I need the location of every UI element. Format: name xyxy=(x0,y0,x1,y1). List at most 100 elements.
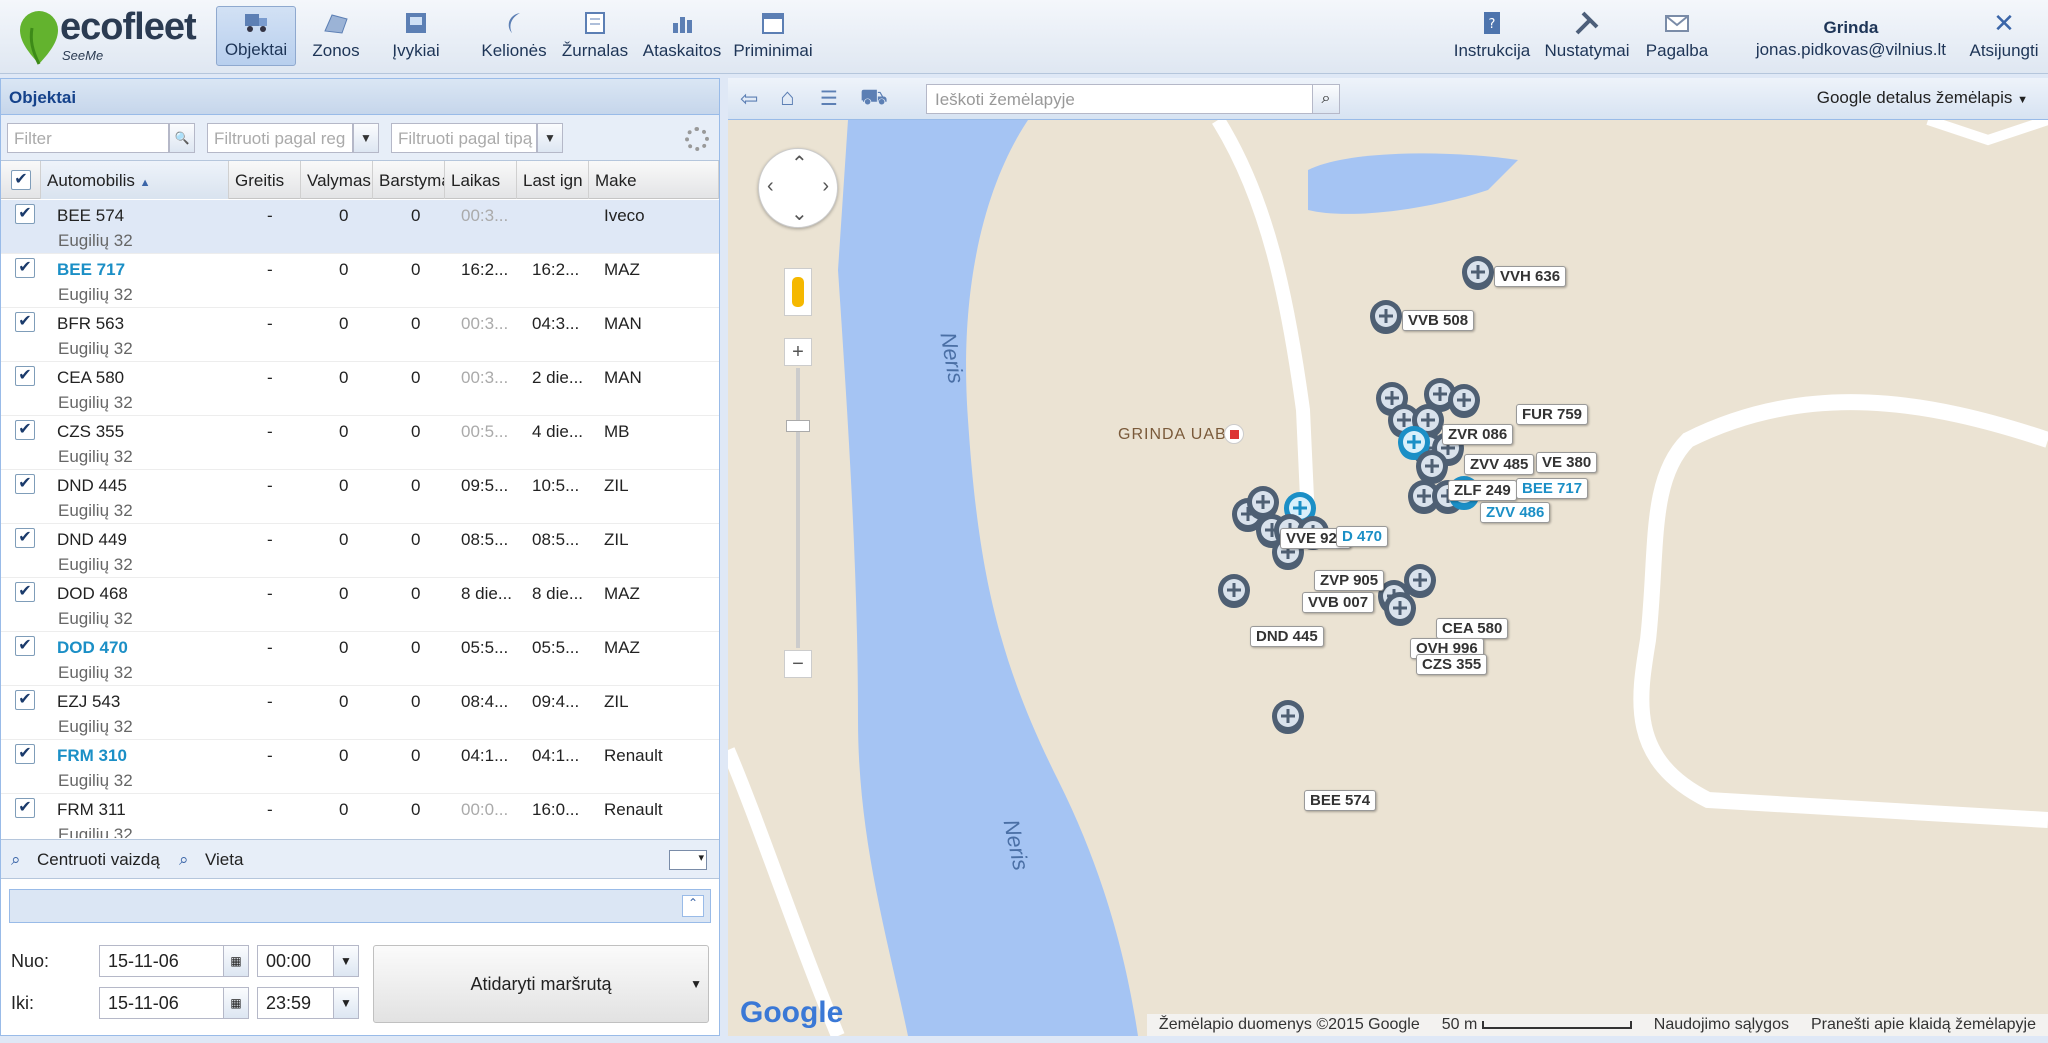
pan-up-icon[interactable]: ⌃ xyxy=(791,151,808,176)
toolbar-zurnalas[interactable]: Žurnalas xyxy=(558,6,632,66)
toolbar-pagalba[interactable]: Pagalba xyxy=(1640,6,1714,66)
map-marker-label[interactable]: ZVR 086 xyxy=(1442,424,1514,445)
table-row[interactable]: ✔ CEA 580 - 0 0 00:3... 2 die... MAN Eug… xyxy=(1,362,719,416)
tree-icon[interactable]: ☰ xyxy=(820,86,838,111)
table-row[interactable]: ✔ BEE 574 - 0 0 00:3... Iveco Eugilių 32 xyxy=(1,200,719,254)
column-header-greitis[interactable]: Greitis xyxy=(229,161,301,199)
map-type-select[interactable]: Google detalus žemėlapis ▼ xyxy=(1817,88,2028,108)
row-checkbox[interactable]: ✔ xyxy=(15,312,35,332)
column-menu-icon[interactable]: ▾ xyxy=(669,850,707,870)
home-icon[interactable]: ⌂ xyxy=(780,84,795,112)
map-marker-label[interactable]: ZVV 485 xyxy=(1464,454,1535,475)
terms-link[interactable]: Naudojimo sąlygos xyxy=(1654,1016,1789,1034)
map-search-input[interactable]: Ieškoti žemėlapyje xyxy=(926,84,1316,114)
row-checkbox[interactable]: ✔ xyxy=(15,366,35,386)
zoom-slider-handle[interactable] xyxy=(786,420,810,432)
toolbar-ivykiai[interactable]: Įvykiai xyxy=(382,6,450,66)
toolbar-keliones[interactable]: Kelionės xyxy=(478,6,550,66)
toolbar-priminimai[interactable]: Priminimai xyxy=(730,6,816,66)
filter-type-select[interactable]: Filtruoti pagal tipą xyxy=(391,123,537,153)
map-marker-label[interactable]: ZVV 486 xyxy=(1480,502,1551,523)
map-marker-label[interactable]: D 470 xyxy=(1336,526,1389,547)
pan-control[interactable]: ⌃ ‹ › ⌄ xyxy=(758,148,838,228)
column-header-make[interactable]: Make xyxy=(589,161,719,199)
place-button[interactable]: Vieta xyxy=(205,850,243,870)
expand-up-icon[interactable]: ⌃ xyxy=(682,895,704,917)
filter-region-select[interactable]: Filtruoti pagal reg xyxy=(207,123,353,153)
open-route-button[interactable]: Atidaryti maršrutą ▼ xyxy=(373,945,709,1023)
center-view-button[interactable]: Centruoti vaizdą xyxy=(37,850,160,870)
map-marker-label[interactable]: VVB 508 xyxy=(1402,310,1475,331)
table-row[interactable]: ✔ FRM 311 - 0 0 00:0... 16:0... Renault … xyxy=(1,794,719,838)
column-header-laikas[interactable]: Laikas xyxy=(445,161,517,199)
map-marker-label[interactable]: CZS 355 xyxy=(1416,654,1488,675)
filter-input[interactable]: Filter xyxy=(7,123,169,153)
map-canvas[interactable]: Neris Neris GRINDA UAB ⌃ ‹ › ⌄ + − VVH 6… xyxy=(728,120,2048,1036)
toolbar-zonos[interactable]: Zonos xyxy=(306,6,366,66)
map-marker-label[interactable]: BEE 574 xyxy=(1304,790,1377,811)
user-info[interactable]: Grinda jonas.pidkovas@vilnius.lt xyxy=(1756,18,1946,60)
table-row[interactable]: ✔ BEE 717 - 0 0 16:2... 16:2... MAZ Eugi… xyxy=(1,254,719,308)
zoom-out-button[interactable]: − xyxy=(784,650,812,678)
chevron-down-icon[interactable]: ▼ xyxy=(353,123,379,153)
street-view-pegman-icon[interactable] xyxy=(784,268,812,316)
zoom-slider[interactable] xyxy=(796,368,800,648)
table-row[interactable]: ✔ DND 449 - 0 0 08:5... 08:5... ZIL Eugi… xyxy=(1,524,719,578)
from-date-input[interactable]: 15-11-06 xyxy=(99,945,225,977)
map-marker-label[interactable]: FUR 759 xyxy=(1516,404,1589,425)
row-checkbox[interactable]: ✔ xyxy=(15,582,35,602)
toolbar-nustatymai[interactable]: Nustatymai xyxy=(1542,6,1632,66)
from-time-input[interactable]: 00:00 xyxy=(257,945,335,977)
column-header-automobilis[interactable]: Automobilis ▲ xyxy=(41,161,229,199)
report-error-link[interactable]: Pranešti apie klaidą žemėlapyje xyxy=(1811,1016,2036,1034)
pan-left-icon[interactable]: ‹ xyxy=(767,175,774,198)
back-arrow-icon[interactable]: ⇦ xyxy=(740,86,758,112)
zoom-in-button[interactable]: + xyxy=(784,338,812,366)
map-marker-label[interactable]: ZLF 249 xyxy=(1448,480,1517,501)
table-row[interactable]: ✔ BFR 563 - 0 0 00:3... 04:3... MAN Eugi… xyxy=(1,308,719,362)
select-all-checkbox[interactable]: ✔ xyxy=(1,161,41,199)
row-checkbox[interactable]: ✔ xyxy=(15,744,35,764)
row-checkbox[interactable]: ✔ xyxy=(15,528,35,548)
map-marker-label[interactable]: DND 445 xyxy=(1250,626,1324,647)
zoom-center-icon[interactable]: ⌕ xyxy=(11,850,21,870)
table-row[interactable]: ✔ DOD 468 - 0 0 8 die... 8 die... MAZ Eu… xyxy=(1,578,719,632)
to-time-input[interactable]: 23:59 xyxy=(257,987,335,1019)
search-icon[interactable]: ⌕ xyxy=(179,850,189,870)
calendar-icon[interactable]: ▦ xyxy=(223,987,249,1019)
map-marker-label[interactable]: VVB 007 xyxy=(1302,592,1375,613)
column-header-last-ign[interactable]: Last ign xyxy=(517,161,589,199)
row-checkbox[interactable]: ✔ xyxy=(15,798,35,818)
to-date-input[interactable]: 15-11-06 xyxy=(99,987,225,1019)
map-marker-label[interactable]: ZVP 905 xyxy=(1314,570,1385,591)
row-checkbox[interactable]: ✔ xyxy=(15,690,35,710)
table-row[interactable]: ✔ DND 445 - 0 0 09:5... 10:5... ZIL Eugi… xyxy=(1,470,719,524)
row-checkbox[interactable]: ✔ xyxy=(15,258,35,278)
logout-button[interactable]: ✕ Atsijungti xyxy=(1964,6,2044,66)
chevron-down-icon[interactable]: ▼ xyxy=(537,123,563,153)
calendar-icon[interactable]: ▦ xyxy=(223,945,249,977)
map-marker-label[interactable]: CEA 580 xyxy=(1436,618,1509,639)
ecofleet-logo[interactable]: ecofleet SeeMe xyxy=(14,6,214,66)
map-marker-label[interactable]: VVH 636 xyxy=(1494,266,1567,287)
map-marker-label[interactable]: VE 380 xyxy=(1536,452,1598,473)
pan-right-icon[interactable]: › xyxy=(822,175,829,198)
toolbar-instrukcija[interactable]: ? Instrukcija xyxy=(1452,6,1532,66)
toolbar-ataskaitos[interactable]: Ataskaitos xyxy=(638,6,726,66)
table-row[interactable]: ✔ CZS 355 - 0 0 00:5... 4 die... MB Eugi… xyxy=(1,416,719,470)
search-icon[interactable]: ⌕ xyxy=(1312,84,1340,114)
row-checkbox[interactable]: ✔ xyxy=(15,474,35,494)
chevron-down-icon[interactable]: ▼ xyxy=(333,945,359,977)
table-row[interactable]: ✔ EZJ 543 - 0 0 08:4... 09:4... ZIL Eugi… xyxy=(1,686,719,740)
truck-icon[interactable]: ⛟ xyxy=(860,84,888,113)
search-icon[interactable]: 🔍 xyxy=(169,123,195,153)
chevron-down-icon[interactable]: ▼ xyxy=(333,987,359,1019)
toolbar-objektai[interactable]: Objektai xyxy=(216,6,296,66)
column-header-barstymas[interactable]: Barstymas xyxy=(373,161,445,199)
row-checkbox[interactable]: ✔ xyxy=(15,420,35,440)
pan-down-icon[interactable]: ⌄ xyxy=(791,201,808,226)
row-checkbox[interactable]: ✔ xyxy=(15,636,35,656)
map-marker-label[interactable]: BEE 717 xyxy=(1516,478,1589,499)
row-checkbox[interactable]: ✔ xyxy=(15,204,35,224)
table-row[interactable]: ✔ DOD 470 - 0 0 05:5... 05:5... MAZ Eugi… xyxy=(1,632,719,686)
